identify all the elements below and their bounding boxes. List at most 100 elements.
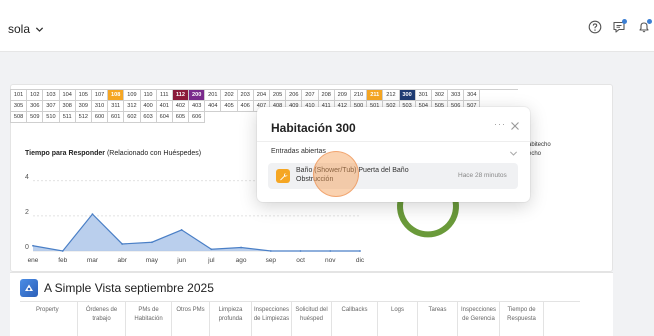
room-cell-105[interactable]: 105 bbox=[75, 90, 92, 101]
room-cell-406[interactable]: 406 bbox=[237, 101, 254, 112]
room-cell-101[interactable]: 101 bbox=[11, 90, 28, 101]
room-cell-305[interactable]: 305 bbox=[11, 101, 28, 112]
room-cell-203[interactable]: 203 bbox=[237, 90, 254, 101]
column-header[interactable]: Logs bbox=[378, 302, 418, 336]
room-cell-109[interactable]: 109 bbox=[124, 90, 141, 101]
room-cell-600[interactable]: 600 bbox=[91, 112, 109, 123]
x-tick-label: feb bbox=[58, 257, 67, 264]
room-cell-211[interactable]: 211 bbox=[367, 90, 384, 101]
room-cell-512[interactable]: 512 bbox=[75, 112, 92, 123]
room-cell-206[interactable]: 206 bbox=[286, 90, 303, 101]
bell-icon[interactable] bbox=[637, 19, 652, 34]
room-cell-201[interactable]: 201 bbox=[205, 90, 222, 101]
room-cell-511[interactable]: 511 bbox=[59, 112, 76, 123]
chat-notification-dot bbox=[622, 19, 627, 24]
room-cell-308[interactable]: 308 bbox=[59, 101, 76, 112]
room-cell-303[interactable]: 303 bbox=[448, 90, 465, 101]
room-cell-309[interactable]: 309 bbox=[75, 101, 92, 112]
column-header[interactable]: Tareas bbox=[418, 302, 458, 336]
room-cell-110[interactable]: 110 bbox=[140, 90, 157, 101]
data-point bbox=[91, 213, 94, 216]
room-cell-306[interactable]: 306 bbox=[27, 101, 44, 112]
chat-icon[interactable] bbox=[612, 19, 627, 34]
y-tick-label: 4 bbox=[25, 174, 29, 181]
room-cell-510[interactable]: 510 bbox=[43, 112, 60, 123]
room-cell-508[interactable]: 508 bbox=[11, 112, 28, 123]
room-cell-208[interactable]: 208 bbox=[318, 90, 335, 101]
popup-divider bbox=[257, 141, 530, 142]
room-cell-605[interactable]: 605 bbox=[172, 112, 190, 123]
room-cell-404[interactable]: 404 bbox=[205, 101, 222, 112]
room-cell-604[interactable]: 604 bbox=[156, 112, 173, 123]
room-cell-301[interactable]: 301 bbox=[415, 90, 432, 101]
column-header[interactable]: Solicitud del huésped bbox=[292, 302, 332, 336]
room-cell-310[interactable]: 310 bbox=[91, 101, 109, 112]
x-tick-label: jul bbox=[207, 257, 215, 264]
room-cell-603[interactable]: 603 bbox=[140, 112, 157, 123]
room-popup: Habitación 300 ··· Entradas abiertas Bañ… bbox=[257, 107, 530, 202]
room-cell-402[interactable]: 402 bbox=[172, 101, 190, 112]
room-cell-606[interactable]: 606 bbox=[189, 112, 206, 123]
x-tick-label: ago bbox=[236, 257, 247, 264]
room-cell-204[interactable]: 204 bbox=[253, 90, 270, 101]
column-header[interactable]: Inspecciones de Gerencia bbox=[458, 302, 500, 336]
help-icon[interactable] bbox=[588, 20, 602, 34]
column-header[interactable]: Otros PMs bbox=[172, 302, 210, 336]
open-entry-item[interactable]: Baño (Shower/Tub) Puerta del Baño Obstru… bbox=[268, 163, 518, 189]
column-header[interactable]: Property bbox=[20, 302, 78, 336]
x-tick-label: nov bbox=[325, 257, 336, 264]
column-header[interactable]: Tiempo de Respuesta bbox=[500, 302, 544, 336]
room-cell-312[interactable]: 312 bbox=[124, 101, 141, 112]
room-cell-202[interactable]: 202 bbox=[221, 90, 238, 101]
x-tick-label: mar bbox=[87, 257, 99, 264]
column-header[interactable]: Inspecciones de Limpiezas bbox=[252, 302, 292, 336]
room-cell-104[interactable]: 104 bbox=[59, 90, 76, 101]
column-header[interactable]: PMs de Habitación bbox=[126, 302, 172, 336]
room-cell-400[interactable]: 400 bbox=[140, 101, 157, 112]
room-cell-311[interactable]: 311 bbox=[108, 101, 125, 112]
column-header[interactable]: Órdenes de trabajo bbox=[78, 302, 126, 336]
chevron-down-icon[interactable] bbox=[509, 149, 518, 158]
room-cell-212[interactable]: 212 bbox=[383, 90, 400, 101]
room-cell-108[interactable]: 108 bbox=[108, 90, 125, 101]
app-logo-icon bbox=[20, 279, 38, 297]
data-point bbox=[240, 246, 242, 249]
column-header[interactable]: Limpieza profunda bbox=[210, 302, 252, 336]
room-cell-207[interactable]: 207 bbox=[302, 90, 319, 101]
room-cell-111[interactable]: 111 bbox=[156, 90, 173, 101]
x-tick-label: abr bbox=[117, 257, 127, 264]
room-cell-200[interactable]: 200 bbox=[189, 90, 206, 101]
room-cell-107[interactable]: 107 bbox=[91, 90, 109, 101]
room-row: 101 102 103 104 105 107 108 109 110 111 112 200 201 2… bbox=[11, 90, 518, 101]
page-band bbox=[0, 52, 654, 84]
room-cell-307[interactable]: 307 bbox=[43, 101, 60, 112]
chart-title: Tiempo para Responder (Relacionado con H… bbox=[25, 150, 202, 157]
room-cell-102[interactable]: 102 bbox=[27, 90, 44, 101]
room-cell-401[interactable]: 401 bbox=[156, 101, 173, 112]
room-cell-602[interactable]: 602 bbox=[124, 112, 141, 123]
workspace-name: sola bbox=[8, 22, 31, 36]
x-tick-label: dic bbox=[356, 257, 365, 264]
data-point bbox=[269, 250, 272, 252]
data-point bbox=[329, 250, 332, 252]
room-cell-405[interactable]: 405 bbox=[221, 101, 238, 112]
column-header[interactable]: Callbacks bbox=[332, 302, 378, 336]
workspace-selector[interactable]: sola bbox=[8, 22, 44, 36]
data-point bbox=[299, 250, 302, 252]
data-point bbox=[359, 250, 361, 252]
room-cell-103[interactable]: 103 bbox=[43, 90, 60, 101]
room-cell-304[interactable]: 304 bbox=[464, 90, 481, 101]
room-cell-601[interactable]: 601 bbox=[108, 112, 125, 123]
room-cell-210[interactable]: 210 bbox=[350, 90, 368, 101]
room-cell-300[interactable]: 300 bbox=[399, 90, 416, 101]
close-icon[interactable] bbox=[510, 121, 520, 131]
more-options-icon[interactable]: ··· bbox=[494, 119, 506, 129]
room-cell-205[interactable]: 205 bbox=[270, 90, 287, 101]
room-cell-509[interactable]: 509 bbox=[27, 112, 44, 123]
room-cell-302[interactable]: 302 bbox=[431, 90, 449, 101]
room-cell-112[interactable]: 112 bbox=[172, 90, 190, 101]
side-label-1: abitecho bbox=[528, 142, 551, 148]
data-point bbox=[61, 250, 64, 252]
room-cell-209[interactable]: 209 bbox=[334, 90, 351, 101]
room-cell-403[interactable]: 403 bbox=[189, 101, 206, 112]
